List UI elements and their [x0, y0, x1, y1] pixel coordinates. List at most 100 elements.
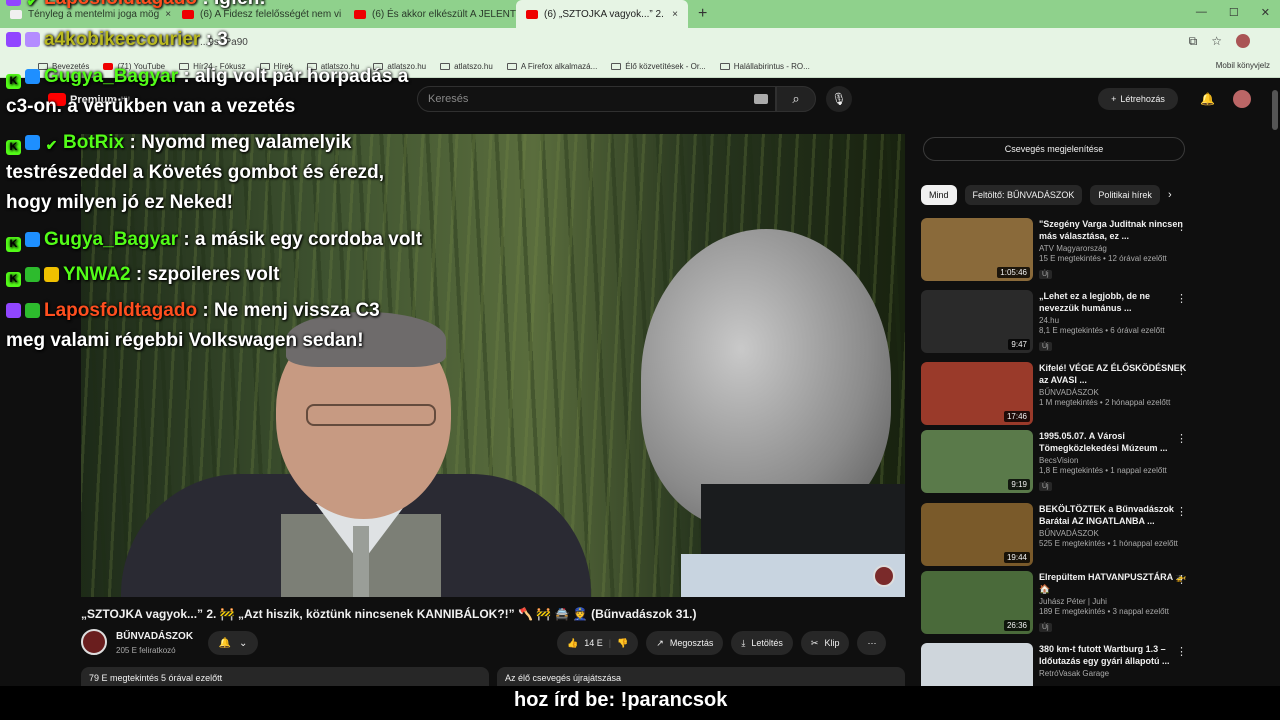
- voice-search-button[interactable]: 🎙: [826, 86, 852, 112]
- page-scrollbar[interactable]: [1270, 80, 1280, 686]
- browser-tab-3[interactable]: (6) És akkor elkészült A JELENTÉ×: [344, 0, 516, 28]
- video-meta: 1 M megtekintés • 2 hónappal ezelőtt: [1039, 398, 1171, 407]
- video-thumbnail[interactable]: 17:46: [921, 362, 1033, 425]
- channel-name[interactable]: BŰNVADÁSZOK: [1039, 529, 1189, 538]
- video-title[interactable]: 1995.05.07. A Városi Tömegközlekedési Mú…: [1039, 430, 1189, 454]
- video-thumbnail[interactable]: 26:36: [921, 571, 1033, 634]
- chevron-down-icon: ⌄: [239, 637, 248, 649]
- search-input[interactable]: Keresés: [417, 86, 776, 112]
- channel-name[interactable]: BecsVision: [1039, 456, 1189, 465]
- scissors-icon: ✂: [810, 637, 819, 648]
- more-actions-button[interactable]: ⋯: [857, 631, 887, 655]
- video-title[interactable]: BEKÖLTÖZTEK a Bűnvadászok Barátai AZ ING…: [1039, 503, 1189, 527]
- mobile-bookmarks[interactable]: Mobil könyvjelz: [1216, 61, 1270, 70]
- video-title[interactable]: "Szegény Varga Juditnak nincsen más vála…: [1039, 218, 1189, 242]
- bookmark-item[interactable]: A Firefox alkalmazá...: [506, 62, 597, 71]
- bookmark-item[interactable]: Halállabirintus - RO...: [719, 62, 810, 71]
- channel-name[interactable]: BŰNVADÁSZOK: [1039, 388, 1189, 397]
- video-title[interactable]: „Lehet ez a legjobb, de ne nevezzük humá…: [1039, 290, 1189, 314]
- subscription-bell-button[interactable]: 🔔 ⌄: [208, 631, 258, 655]
- twitch-badge-icon: [6, 0, 21, 6]
- twitch-badge-icon: [6, 303, 21, 318]
- more-options-icon[interactable]: ⋮: [1176, 292, 1187, 305]
- search-button[interactable]: ⌕: [776, 86, 816, 112]
- channel-avatar[interactable]: [81, 629, 107, 655]
- video-frame-glasses: [306, 404, 436, 426]
- subscriber-count: 205 E feliratkozó: [116, 646, 176, 655]
- verified-badge-icon: ✔: [26, 0, 39, 9]
- share-button[interactable]: ↗ Megosztás: [646, 631, 724, 655]
- more-options-icon[interactable]: ⋮: [1176, 432, 1187, 445]
- create-button[interactable]: + Létrehozás: [1098, 88, 1178, 110]
- video-thumbnail[interactable]: 1:05:46: [921, 218, 1033, 281]
- window-controls: — ☐ ✕: [1196, 6, 1270, 19]
- like-button[interactable]: 👍 14 E | 👎: [557, 631, 639, 655]
- channel-name[interactable]: Juhász Péter | Juhi: [1039, 597, 1189, 606]
- new-tab-button[interactable]: +: [688, 5, 717, 23]
- more-options-icon[interactable]: ⋮: [1176, 364, 1187, 377]
- star-icon[interactable]: ☆: [1211, 34, 1222, 49]
- more-options-icon[interactable]: ⋮: [1176, 645, 1187, 658]
- recommended-video[interactable]: 1:05:46 "Szegény Varga Juditnak nincsen …: [921, 218, 1251, 282]
- video-meta: 525 E megtekintés • 1 hónappal ezelőtt: [1039, 539, 1178, 548]
- keyboard-icon[interactable]: [754, 94, 768, 104]
- maximize-icon[interactable]: ☐: [1229, 6, 1239, 19]
- video-thumbnail[interactable]: 9:19: [921, 430, 1033, 493]
- video-thumbnail[interactable]: 19:44: [921, 503, 1033, 566]
- download-button[interactable]: ⤓ Letöltés: [731, 631, 793, 655]
- minimize-icon[interactable]: —: [1196, 6, 1207, 19]
- video-thumbnail[interactable]: 9:47: [921, 290, 1033, 353]
- verified-badge-icon: ✔: [45, 137, 58, 153]
- clip-button[interactable]: ✂ Klip: [800, 631, 850, 655]
- channel-name[interactable]: 24.hu: [1039, 316, 1189, 325]
- chat-message-continuation: hogy milyen jó ez Neked!: [6, 192, 233, 213]
- verified-badge-icon: [25, 303, 40, 318]
- more-options-icon[interactable]: ⋮: [1176, 505, 1187, 518]
- profile-avatar[interactable]: [1236, 34, 1250, 48]
- channel-name-main[interactable]: BŰNVADÁSZOK: [116, 631, 193, 642]
- video-title-main: „SZTOJKA vagyok...” 2. 🚧 „Azt hiszik, kö…: [81, 607, 697, 621]
- video-meta: 15 E megtekintés • 12 órával ezelőtt: [1039, 254, 1167, 263]
- install-icon[interactable]: ⧉: [1189, 34, 1198, 49]
- browser-tab-active[interactable]: (6) „SZTOJKA vagyok...” 2. ×: [516, 0, 688, 28]
- chip-all[interactable]: Mind: [921, 185, 957, 205]
- plus-icon: +: [1111, 94, 1117, 104]
- chevron-right-icon[interactable]: ›: [1168, 189, 1172, 201]
- user-avatar[interactable]: [1233, 90, 1251, 108]
- close-window-icon[interactable]: ✕: [1261, 6, 1270, 19]
- channel-name[interactable]: ATV Magyarország: [1039, 244, 1189, 253]
- folder-icon: [611, 63, 622, 70]
- recommended-video[interactable]: 26:36 Elrepültem HATVANPUSZTÁRA 🚁🏠 Juhász…: [921, 571, 1251, 635]
- bell-icon: 🔔: [218, 637, 232, 649]
- chip-politics[interactable]: Politikai hírek: [1090, 185, 1160, 205]
- download-icon: ⤓: [741, 637, 746, 648]
- video-title[interactable]: 380 km-t futott Wartburg 1.3 – Időutazás…: [1039, 643, 1189, 667]
- recommended-video[interactable]: 9:19 1995.05.07. A Városi Tömegközlekedé…: [921, 430, 1251, 494]
- new-badge: Új: [1039, 482, 1052, 491]
- more-options-icon[interactable]: ⋮: [1176, 573, 1187, 586]
- moderator-badge-icon: [25, 135, 40, 150]
- channel-name[interactable]: RetróVasak Garage: [1039, 669, 1189, 678]
- notifications-bell-icon[interactable]: 🔔: [1200, 92, 1215, 106]
- video-title[interactable]: Elrepültem HATVANPUSZTÁRA 🚁🏠: [1039, 571, 1189, 595]
- scrollbar-thumb[interactable]: [1272, 90, 1278, 130]
- close-tab-icon[interactable]: ×: [672, 9, 678, 20]
- show-chat-button[interactable]: Csevegés megjelenítése: [923, 137, 1185, 161]
- filter-chips: Mind Feltöltő: BŰNVADÁSZOK Politikai hír…: [921, 185, 1160, 205]
- chat-message: K ✔ BotRix : Nyomd meg valamelyik: [6, 128, 351, 158]
- folder-icon: [440, 63, 451, 70]
- recommended-video[interactable]: 17:46 Kifelé! VÉGE AZ ÉLŐSKÖDÉSNEK az AV…: [921, 362, 1251, 426]
- chat-message-continuation: testrészeddel a Követés gombot és érezd,: [6, 162, 385, 183]
- chat-message-continuation: meg valami régebbi Volkswagen sedan!: [6, 330, 364, 351]
- recommended-video[interactable]: 9:47 „Lehet ez a legjobb, de ne nevezzük…: [921, 290, 1251, 354]
- video-meta: 8,1 E megtekintés • 6 órával ezelőtt: [1039, 326, 1165, 335]
- vip-badge-icon: [25, 267, 40, 282]
- thumbs-down-icon[interactable]: 👎: [617, 638, 628, 649]
- bookmark-item[interactable]: Élő közvetítések - Or...: [611, 62, 706, 71]
- video-title[interactable]: Kifelé! VÉGE AZ ÉLŐSKÖDÉSNEK az AVASI ..…: [1039, 362, 1189, 386]
- recommended-video[interactable]: 19:44 BEKÖLTÖZTEK a Bűnvadászok Barátai …: [921, 503, 1251, 567]
- more-options-icon[interactable]: ⋮: [1176, 220, 1187, 233]
- bookmark-item[interactable]: atlatszo.hu: [440, 62, 493, 71]
- chip-uploader[interactable]: Feltöltő: BŰNVADÁSZOK: [964, 185, 1083, 205]
- moderator-badge-icon: [25, 232, 40, 247]
